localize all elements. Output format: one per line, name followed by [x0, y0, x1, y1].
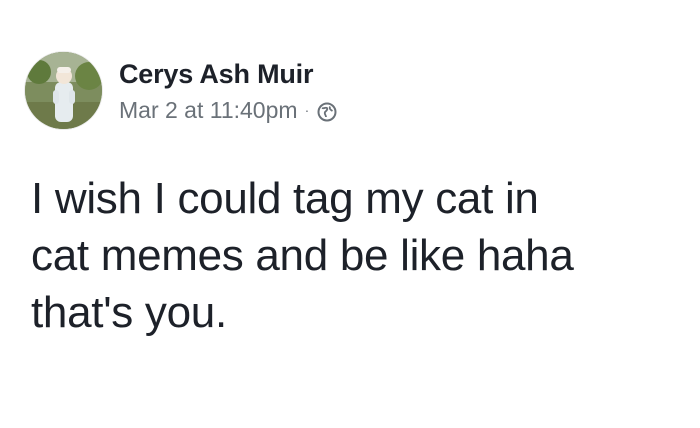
post-text-line: I wish I could tag my cat in: [31, 174, 539, 223]
avatar-photo: [25, 52, 102, 129]
avatar[interactable]: [25, 52, 102, 129]
post-text-line: that's you.: [31, 288, 227, 337]
author-name[interactable]: Cerys Ash Muir: [119, 58, 337, 90]
timestamp-row: Mar 2 at 11:40pm ·: [119, 96, 337, 124]
facebook-post: Cerys Ash Muir Mar 2 at 11:40pm · I wish…: [0, 0, 700, 428]
post-meta: Cerys Ash Muir Mar 2 at 11:40pm ·: [119, 58, 337, 124]
globe-icon[interactable]: [317, 100, 337, 121]
post-text-line: cat memes and be like haha: [31, 231, 574, 280]
post-text: I wish I could tag my cat in cat memes a…: [31, 170, 681, 341]
timestamp[interactable]: Mar 2 at 11:40pm: [119, 96, 298, 124]
separator-dot: ·: [304, 101, 310, 118]
post-header: Cerys Ash Muir Mar 2 at 11:40pm ·: [25, 52, 337, 129]
